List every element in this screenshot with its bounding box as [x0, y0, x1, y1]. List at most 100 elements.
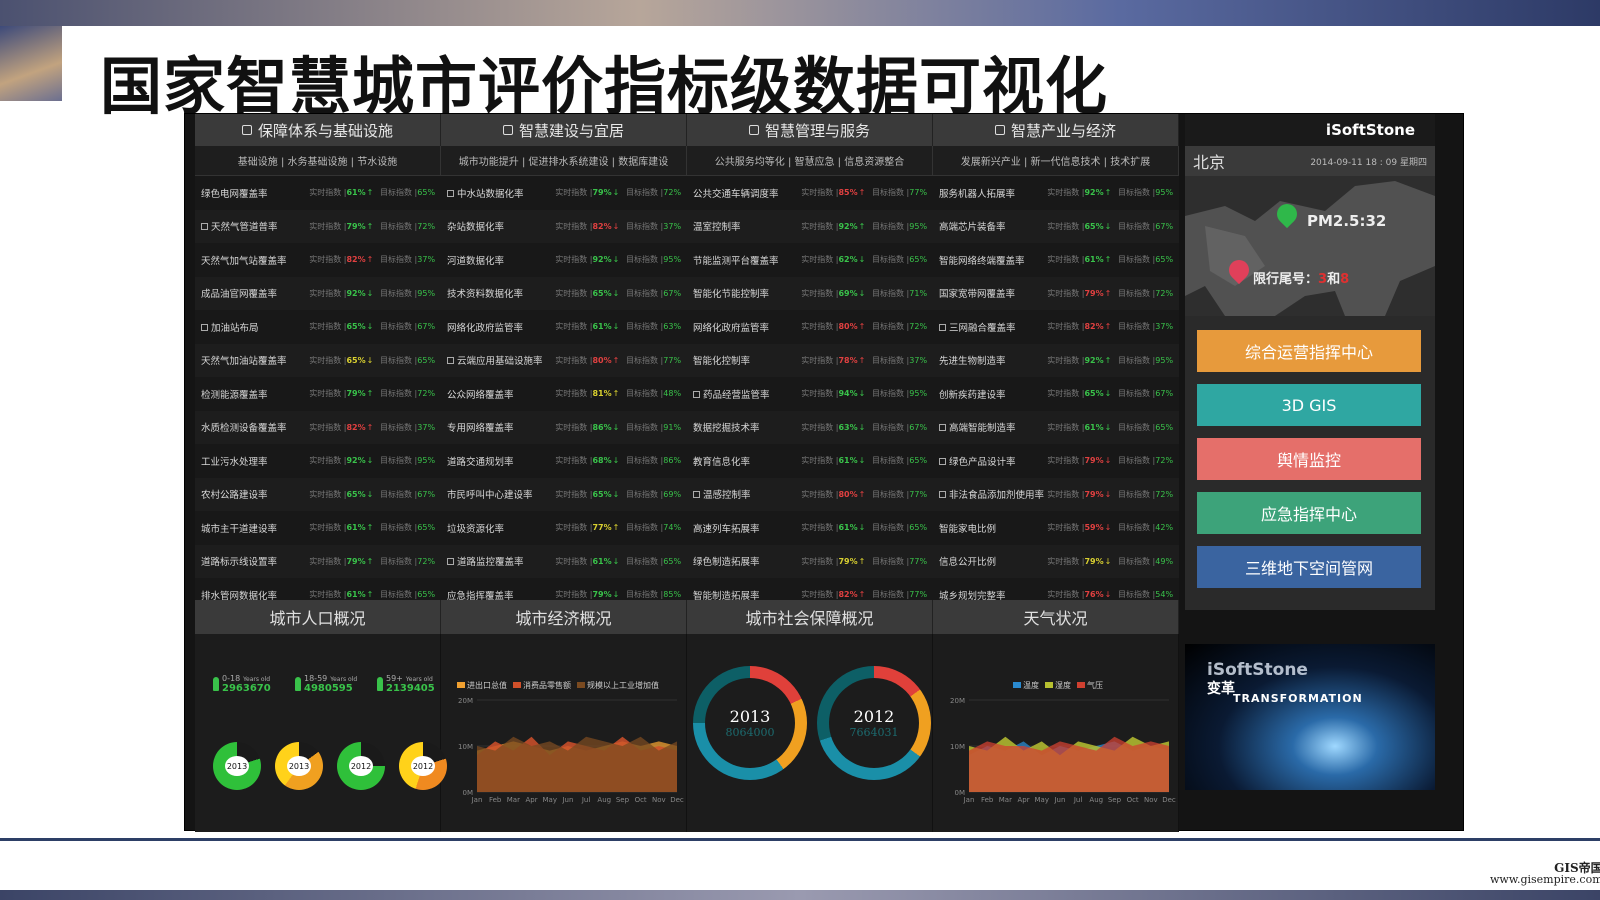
indicator-row[interactable]: 高端芯片装备率 实时指数 |65%↓ 目标指数 |67% [933, 209, 1179, 243]
checkbox-icon[interactable] [693, 491, 700, 499]
legend-item[interactable]: 温度 [1013, 680, 1039, 691]
indicator-row[interactable]: 道路监控覆盖率 实时指数 |61%↓ 目标指数 |65% [441, 544, 687, 578]
age-sub: Years old [330, 676, 358, 683]
checkbox-icon[interactable] [447, 558, 454, 566]
indicator-row[interactable]: 非法食品添加剂使用率 实时指数 |79%↓ 目标指数 |72% [933, 477, 1179, 511]
nav-button[interactable]: 应急指挥中心 [1197, 492, 1421, 534]
indicator-row[interactable]: 垃圾资源化率 实时指数 |77%↑ 目标指数 |74% [441, 511, 687, 545]
trend-arrow-icon: ↑ [366, 389, 374, 399]
checkbox-icon[interactable] [939, 424, 946, 432]
nav-button[interactable]: 三维地下空间管网 [1197, 546, 1421, 588]
indicator-row[interactable]: 道路交通规划率 实时指数 |68%↓ 目标指数 |86% [441, 444, 687, 478]
indicator-row[interactable]: 智能家电比例 实时指数 |59%↓ 目标指数 |42% [933, 511, 1179, 545]
group-header-tab[interactable]: 智慧建设与宜居 [441, 114, 687, 146]
indicator-row[interactable]: 信息公开比例 实时指数 |79%↓ 目标指数 |49% [933, 544, 1179, 578]
indicator-row[interactable]: 道路标示线设置率 实时指数 |79%↑ 目标指数 |72% [195, 544, 441, 578]
actual-label: 实时指数 | [309, 389, 347, 399]
indicator-row[interactable]: 网络化政府监管率 实时指数 |80%↑ 目标指数 |72% [687, 310, 933, 344]
indicator-row[interactable]: 先进生物制造率 实时指数 |92%↑ 目标指数 |95% [933, 343, 1179, 377]
indicator-row[interactable]: 绿色制造拓展率 实时指数 |79%↑ 目标指数 |77% [687, 544, 933, 578]
indicator-row[interactable]: 农村公路建设率 实时指数 |65%↓ 目标指数 |67% [195, 477, 441, 511]
indicator-row[interactable]: 绿色电网覆盖率 实时指数 |61%↑ 目标指数 |65% [195, 176, 441, 210]
indicator-row[interactable]: 加油站布局 实时指数 |65%↓ 目标指数 |67% [195, 310, 441, 344]
trend-arrow-icon: ↑ [858, 590, 866, 600]
checkbox-icon[interactable] [939, 491, 946, 499]
target-index: 目标指数 |77% [872, 556, 933, 567]
target-value: 37% [417, 255, 436, 265]
indicator-row[interactable]: 教育信息化率 实时指数 |61%↓ 目标指数 |65% [687, 444, 933, 478]
indicator-row[interactable]: 检测能源覆盖率 实时指数 |79%↑ 目标指数 |72% [195, 377, 441, 411]
indicator-row[interactable]: 城市主干道建设率 实时指数 |61%↑ 目标指数 |65% [195, 511, 441, 545]
population-donut: 2012 [399, 742, 447, 790]
target-index: 目标指数 |85% [626, 589, 687, 600]
legend-item[interactable]: 消费品零售额 [513, 680, 571, 691]
checkbox-icon[interactable] [939, 457, 946, 465]
indicator-row[interactable]: 技术资料数据化率 实时指数 |65%↓ 目标指数 |67% [441, 276, 687, 310]
legend-label: 温度 [1023, 681, 1039, 690]
indicator-row[interactable]: 高速列车拓展率 实时指数 |61%↓ 目标指数 |65% [687, 511, 933, 545]
actual-value: 85% [838, 188, 858, 198]
nav-button[interactable]: 舆情监控 [1197, 438, 1421, 480]
indicator-row[interactable]: 三网融合覆盖率 实时指数 |82%↑ 目标指数 |37% [933, 310, 1179, 344]
indicator-row[interactable]: 天然气加气站覆盖率 实时指数 |82%↑ 目标指数 |37% [195, 243, 441, 277]
checkbox-icon[interactable] [939, 323, 946, 331]
checkbox-icon[interactable] [447, 357, 454, 365]
checkbox-icon[interactable] [201, 323, 208, 331]
person-icon [295, 677, 301, 691]
actual-index: 实时指数 |63%↓ [801, 422, 872, 433]
indicator-row[interactable]: 公共交通车辆调度率 实时指数 |85%↑ 目标指数 |77% [687, 176, 933, 210]
indicator-row[interactable]: 节能监测平台覆盖率 实时指数 |62%↓ 目标指数 |65% [687, 243, 933, 277]
trend-arrow-icon: ↑ [1104, 288, 1112, 298]
indicator-label: 数据挖掘技术率 [693, 423, 760, 435]
indicator-row[interactable]: 成品油官网覆盖率 实时指数 |92%↓ 目标指数 |95% [195, 276, 441, 310]
checkbox-icon[interactable] [693, 390, 700, 398]
actual-label: 实时指数 | [1047, 355, 1085, 365]
indicator-row[interactable]: 国家宽带网覆盖率 实时指数 |79%↑ 目标指数 |72% [933, 276, 1179, 310]
city-map[interactable]: PM2.5:32 限行尾号：3和8 [1185, 176, 1435, 316]
promo-video[interactable]: iSoftStone 变革 TRANSFORMATION [1185, 644, 1435, 790]
indicator-row[interactable]: 创新疾药建设率 实时指数 |65%↓ 目标指数 |67% [933, 377, 1179, 411]
legend-item[interactable]: 湿度 [1045, 680, 1071, 691]
group-header-tab[interactable]: 智慧产业与经济 [933, 114, 1179, 146]
target-label: 目标指数 | [1118, 322, 1156, 332]
indicator-row[interactable]: 智能网络终端覆盖率 实时指数 |61%↑ 目标指数 |65% [933, 243, 1179, 277]
nav-button[interactable]: 综合运营指挥中心 [1197, 330, 1421, 372]
group-title: 智慧建设与宜居 [518, 121, 624, 140]
indicator-row[interactable]: 数据挖掘技术率 实时指数 |63%↓ 目标指数 |67% [687, 410, 933, 444]
indicator-row[interactable]: 杂站数据化率 实时指数 |82%↓ 目标指数 |37% [441, 209, 687, 243]
legend-item[interactable]: 进出口总值 [457, 680, 507, 691]
checkbox-icon[interactable] [447, 189, 454, 197]
panel-title: 天气状况 [933, 600, 1179, 634]
indicator-row[interactable]: 河道数据化率 实时指数 |92%↓ 目标指数 |95% [441, 243, 687, 277]
group-header-tab[interactable]: 保障体系与基础设施 [195, 114, 441, 146]
group-header-tab[interactable]: 智慧管理与服务 [687, 114, 933, 146]
indicator-row[interactable]: 天然气管道普率 实时指数 |79%↑ 目标指数 |72% [195, 209, 441, 243]
legend-item[interactable]: 规模以上工业增加值 [577, 680, 659, 691]
indicator-row[interactable]: 温室控制率 实时指数 |92%↑ 目标指数 |95% [687, 209, 933, 243]
trend-arrow-icon: ↓ [1104, 590, 1112, 600]
indicator-row[interactable]: 公众网络覆盖率 实时指数 |81%↑ 目标指数 |48% [441, 377, 687, 411]
indicator-row[interactable]: 药品经营监管率 实时指数 |94%↓ 目标指数 |95% [687, 377, 933, 411]
actual-value: 61% [1084, 255, 1104, 265]
indicator-row[interactable]: 中水站数据化率 实时指数 |79%↓ 目标指数 |72% [441, 176, 687, 210]
indicator-row[interactable]: 高端智能制造率 实时指数 |61%↓ 目标指数 |65% [933, 410, 1179, 444]
indicator-row[interactable]: 专用网络覆盖率 实时指数 |86%↓ 目标指数 |91% [441, 410, 687, 444]
indicator-row[interactable]: 智能化节能控制率 实时指数 |69%↓ 目标指数 |71% [687, 276, 933, 310]
indicator-row[interactable]: 市民呼叫中心建设率 实时指数 |65%↓ 目标指数 |69% [441, 477, 687, 511]
legend-item[interactable]: 气压 [1077, 680, 1103, 691]
panel-body [195, 634, 441, 832]
indicator-row[interactable]: 天然气加油站覆盖率 实时指数 |65%↓ 目标指数 |65% [195, 343, 441, 377]
checkbox-icon[interactable] [201, 223, 208, 231]
indicator-row[interactable]: 网络化政府监管率 实时指数 |61%↓ 目标指数 |63% [441, 310, 687, 344]
actual-label: 实时指数 | [555, 255, 593, 265]
indicator-row[interactable]: 绿色产品设计率 实时指数 |79%↓ 目标指数 |72% [933, 444, 1179, 478]
indicator-name: 天然气管道普率 [201, 219, 309, 233]
indicator-row[interactable]: 工业污水处理率 实时指数 |92%↓ 目标指数 |95% [195, 444, 441, 478]
city-name[interactable]: 北京 [1193, 149, 1225, 173]
indicator-row[interactable]: 云端应用基础设施率 实时指数 |80%↑ 目标指数 |77% [441, 343, 687, 377]
indicator-row[interactable]: 智能化控制率 实时指数 |78%↑ 目标指数 |37% [687, 343, 933, 377]
indicator-row[interactable]: 水质检测设备覆盖率 实时指数 |82%↑ 目标指数 |37% [195, 410, 441, 444]
indicator-row[interactable]: 温感控制率 实时指数 |80%↑ 目标指数 |77% [687, 477, 933, 511]
indicator-row[interactable]: 服务机器人拓展率 实时指数 |92%↑ 目标指数 |95% [933, 176, 1179, 210]
nav-button[interactable]: 3D GIS [1197, 384, 1421, 426]
